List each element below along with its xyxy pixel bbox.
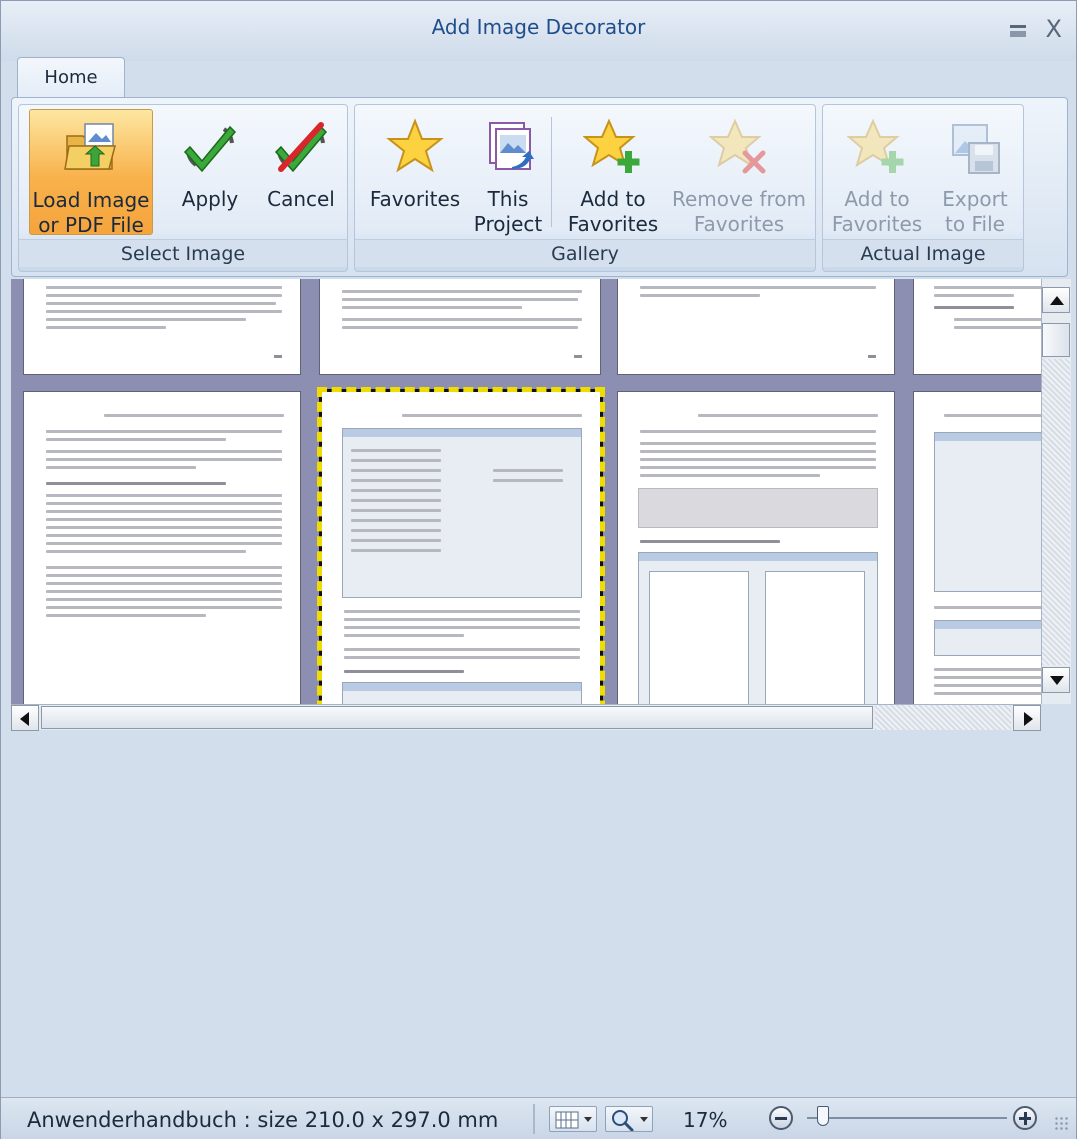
apply-button[interactable]: Apply	[167, 109, 253, 235]
resize-grip-icon[interactable]	[1054, 1116, 1068, 1130]
add-to-favorites-label: Add to Favorites	[567, 187, 659, 236]
zoom-slider-thumb[interactable]	[817, 1106, 829, 1126]
arrow-right-icon	[1024, 712, 1033, 726]
apply-label: Apply	[181, 187, 239, 211]
vertical-scroll-thumb[interactable]	[1042, 323, 1070, 357]
horizontal-scrollbar[interactable]	[11, 704, 1041, 731]
this-project-label: This Project	[473, 187, 543, 236]
magnifier-icon	[612, 1110, 634, 1131]
actual-add-to-favorites-label: Add to Favorites	[831, 187, 923, 236]
star-icon	[386, 118, 444, 173]
tab-home[interactable]: Home	[17, 57, 125, 99]
page-thumbnail[interactable]	[23, 391, 301, 704]
zoom-percentage: 17%	[683, 1108, 728, 1132]
page-thumbnail[interactable]	[913, 279, 1041, 375]
page-layout-button[interactable]	[549, 1106, 597, 1132]
project-images-icon	[489, 122, 534, 170]
export-file-icon	[952, 124, 1000, 174]
ribbon-panel: Load Image or PDF File Apply Cancel Sele…	[11, 97, 1068, 277]
export-to-file-button[interactable]: Export to File	[933, 109, 1017, 236]
page-grid-icon	[555, 1111, 579, 1129]
group-actual-image: Add to Favorites Export to File Actual I…	[822, 104, 1024, 272]
remove-from-favorites-label: Remove from Favorites	[671, 187, 807, 236]
close-icon[interactable]: X	[1046, 17, 1062, 41]
star-remove-icon	[709, 118, 766, 174]
group-label-select-image: Select Image	[19, 239, 347, 267]
scroll-down-button[interactable]	[1042, 667, 1070, 693]
cancel-label: Cancel	[267, 187, 335, 211]
page-thumbnail[interactable]	[913, 391, 1041, 704]
vertical-scroll-track[interactable]	[1042, 359, 1070, 665]
page-thumbnail[interactable]	[23, 279, 301, 375]
horizontal-scroll-thumb[interactable]	[41, 706, 873, 729]
chevron-down-icon	[640, 1117, 648, 1122]
load-image-button[interactable]: Load Image or PDF File	[29, 109, 153, 237]
minimize-icon[interactable]	[1010, 25, 1026, 37]
page-thumbnail[interactable]	[617, 279, 895, 375]
document-viewer[interactable]	[11, 279, 1041, 704]
page-thumbnail-selected[interactable]	[317, 387, 605, 704]
star-add-icon	[583, 118, 640, 173]
window-title: Add Image Decorator	[431, 15, 646, 39]
folder-image-icon	[64, 123, 116, 170]
zoom-slider-track[interactable]	[807, 1117, 1007, 1119]
group-label-actual-image: Actual Image	[823, 239, 1023, 267]
scroll-right-button[interactable]	[1013, 705, 1041, 731]
remove-from-favorites-button[interactable]: Remove from Favorites	[669, 109, 809, 236]
app-window: Add Image Decorator X Home Load Image or…	[0, 0, 1077, 1139]
actual-add-to-favorites-button[interactable]: Add to Favorites	[829, 109, 925, 236]
minus-icon	[775, 1117, 787, 1120]
favorites-label: Favorites	[369, 187, 461, 211]
horizontal-scroll-track[interactable]	[875, 705, 1011, 730]
arrow-up-icon	[1050, 296, 1064, 305]
cancel-icon	[274, 122, 328, 173]
page-thumbnail[interactable]	[319, 279, 601, 375]
viewer-bottom-area	[11, 731, 1071, 1097]
vertical-scrollbar[interactable]	[1041, 279, 1071, 704]
status-bar: Anwenderhandbuch : size 210.0 x 297.0 mm…	[1, 1097, 1076, 1139]
document-info: Anwenderhandbuch : size 210.0 x 297.0 mm	[27, 1108, 499, 1132]
zoom-mode-button[interactable]	[605, 1106, 653, 1132]
add-to-favorites-button[interactable]: Add to Favorites	[565, 109, 661, 236]
zoom-in-button[interactable]	[1013, 1106, 1037, 1130]
star-add-icon	[847, 118, 904, 173]
apply-check-icon	[183, 125, 237, 173]
favorites-button[interactable]: Favorites	[363, 109, 467, 235]
scroll-up-button[interactable]	[1042, 287, 1070, 313]
load-image-label: Load Image or PDF File	[32, 188, 150, 237]
chevron-down-icon	[584, 1117, 592, 1122]
cancel-button[interactable]: Cancel	[259, 109, 343, 235]
export-to-file-label: Export to File	[942, 187, 1008, 236]
scroll-left-button[interactable]	[11, 705, 39, 731]
group-select-image: Load Image or PDF File Apply Cancel Sele…	[18, 104, 348, 272]
arrow-down-icon	[1050, 676, 1064, 685]
page-thumbnail[interactable]	[617, 391, 895, 704]
arrow-left-icon	[20, 712, 29, 726]
group-gallery: Favorites This Project Add to Favorites …	[354, 104, 816, 272]
status-divider	[533, 1104, 535, 1134]
zoom-out-button[interactable]	[769, 1106, 793, 1130]
title-bar[interactable]: Add Image Decorator X	[1, 1, 1076, 61]
this-project-button[interactable]: This Project	[471, 109, 545, 236]
plus-icon-v	[1024, 1112, 1027, 1125]
gallery-separator	[551, 117, 552, 227]
group-label-gallery: Gallery	[355, 239, 815, 267]
